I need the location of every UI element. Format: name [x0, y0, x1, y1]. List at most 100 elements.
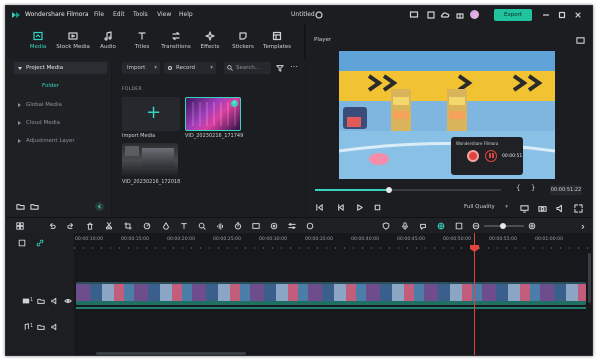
zoom-slider-handle[interactable] — [500, 222, 506, 229]
fullscreen-icon[interactable] — [574, 204, 583, 213]
timeline-ruler[interactable]: 00:00:10:00 00:00:15:00 00:00:20:00 00:0… — [74, 233, 592, 249]
menu-edit[interactable]: Edit — [113, 11, 125, 18]
chevron-down-icon: ▾ — [154, 65, 157, 71]
audio-edit-icon[interactable] — [216, 222, 224, 230]
clip-preview — [125, 146, 139, 156]
voiceover-icon[interactable] — [419, 222, 427, 230]
more-options-icon[interactable] — [579, 222, 587, 230]
close-icon[interactable] — [573, 10, 583, 20]
video-clip[interactable] — [76, 282, 586, 305]
zoom-slider[interactable] — [484, 222, 524, 229]
project-info-icon[interactable] — [314, 10, 324, 20]
more-options-icon[interactable]: ⋯ — [290, 62, 298, 71]
snap-icon[interactable] — [437, 222, 445, 230]
horizontal-scrollbar[interactable] — [96, 352, 246, 355]
tab-templates[interactable]: Templates — [259, 27, 295, 57]
mark-in-icon[interactable]: { — [516, 184, 520, 192]
stop-icon[interactable] — [373, 203, 382, 212]
tab-stock-media[interactable]: Stock Media — [55, 27, 91, 57]
cut-icon[interactable] — [105, 222, 113, 230]
search-input[interactable]: Search... — [224, 62, 271, 74]
tab-transitions[interactable]: Transitions — [158, 27, 194, 57]
zoom-in-icon[interactable] — [528, 222, 536, 230]
collapse-panel-button[interactable] — [95, 202, 104, 211]
fit-timeline-icon[interactable] — [455, 222, 463, 230]
microphone-icon[interactable] — [401, 222, 409, 230]
eye-icon[interactable] — [64, 297, 72, 305]
pause-button[interactable] — [485, 150, 497, 162]
save-icon[interactable] — [426, 10, 436, 20]
folder-icon[interactable] — [30, 202, 39, 211]
video-preview[interactable]: Wondershare Filmora 00:00:51 — [339, 51, 555, 179]
play-reverse-icon[interactable] — [336, 203, 345, 212]
tab-titles[interactable]: Titles — [124, 27, 160, 57]
menu-view[interactable]: View — [157, 11, 171, 18]
layout-icon[interactable] — [16, 222, 24, 230]
mark-out-icon[interactable]: } — [531, 184, 535, 192]
scrubber-handle[interactable] — [386, 187, 393, 193]
snapshot-view-icon[interactable] — [576, 36, 585, 45]
play-icon[interactable] — [355, 203, 364, 212]
menu-help[interactable]: Help — [179, 11, 193, 18]
speed-icon[interactable] — [143, 222, 151, 230]
vertical-scrollbar[interactable] — [588, 253, 591, 303]
new-folder-icon[interactable] — [16, 202, 25, 211]
timer-icon[interactable] — [234, 222, 242, 230]
delete-icon[interactable] — [86, 222, 94, 230]
redo-icon[interactable] — [67, 222, 75, 230]
minimize-icon[interactable] — [541, 10, 551, 20]
tab-stickers[interactable]: Stickers — [225, 27, 261, 57]
speaker-icon[interactable] — [51, 297, 59, 305]
playhead[interactable] — [474, 233, 475, 355]
previous-frame-icon[interactable] — [315, 203, 324, 212]
crop-icon[interactable] — [124, 222, 132, 230]
quality-dropdown[interactable]: Full Quality ▾ — [464, 202, 510, 213]
sidebar-item-project-media[interactable]: Project Media — [14, 62, 107, 74]
sidebar-item-label: Project Media — [26, 65, 64, 71]
import-dropdown[interactable]: Import ▾ — [122, 62, 160, 74]
ruler-label: 00:00:20:00 — [167, 237, 196, 242]
add-track-icon[interactable] — [18, 239, 26, 247]
folder-icon[interactable] — [37, 323, 45, 331]
undo-icon[interactable] — [48, 222, 56, 230]
import-media-button[interactable]: + — [122, 97, 180, 131]
record-stop-button[interactable] — [467, 150, 479, 162]
folder-icon[interactable] — [37, 297, 45, 305]
tab-audio[interactable]: Audio — [90, 27, 126, 57]
tab-label: Transitions — [161, 44, 191, 50]
adjust-icon[interactable] — [288, 222, 296, 230]
media-clip-thumbnail[interactable]: ✓ — [185, 97, 241, 131]
shield-icon[interactable] — [382, 222, 390, 230]
display-icon[interactable] — [520, 204, 529, 213]
text-icon[interactable] — [180, 222, 188, 230]
tab-label: Templates — [263, 44, 291, 50]
playback-scrubber[interactable] — [315, 187, 501, 193]
volume-icon[interactable] — [556, 204, 565, 213]
avatar[interactable] — [470, 10, 479, 19]
stabilize-icon[interactable] — [270, 222, 278, 230]
menu-file[interactable]: File — [94, 11, 104, 18]
sidebar-item-cloud-media[interactable]: Cloud Media — [14, 117, 107, 129]
sidebar-item-adjustment-layer[interactable]: Adjustment Layer — [14, 135, 107, 147]
filter-icon[interactable] — [276, 64, 284, 72]
menu-tools[interactable]: Tools — [133, 11, 148, 18]
gift-icon[interactable] — [455, 10, 465, 20]
tab-effects[interactable]: Effects — [192, 27, 228, 57]
maximize-icon[interactable] — [557, 10, 567, 20]
color-icon[interactable] — [162, 222, 170, 230]
sidebar-item-global-media[interactable]: Global Media — [14, 99, 107, 111]
zoom-icon[interactable] — [198, 222, 206, 230]
sidebar-folder[interactable]: Folder — [42, 83, 59, 89]
monitor-icon[interactable] — [409, 10, 419, 20]
zoom-out-icon[interactable] — [472, 222, 480, 230]
record-dropdown[interactable]: Record ▾ — [164, 62, 216, 74]
camera-icon[interactable] — [538, 204, 547, 213]
export-button[interactable]: Export — [494, 9, 532, 21]
tab-media[interactable]: Media — [20, 27, 56, 57]
speaker-icon[interactable] — [51, 323, 59, 331]
green-screen-icon[interactable] — [252, 222, 260, 230]
cloud-upload-icon[interactable] — [440, 10, 450, 20]
media-clip-thumbnail[interactable] — [122, 143, 178, 177]
link-icon[interactable] — [36, 239, 44, 247]
ai-tool-icon[interactable] — [306, 222, 314, 230]
